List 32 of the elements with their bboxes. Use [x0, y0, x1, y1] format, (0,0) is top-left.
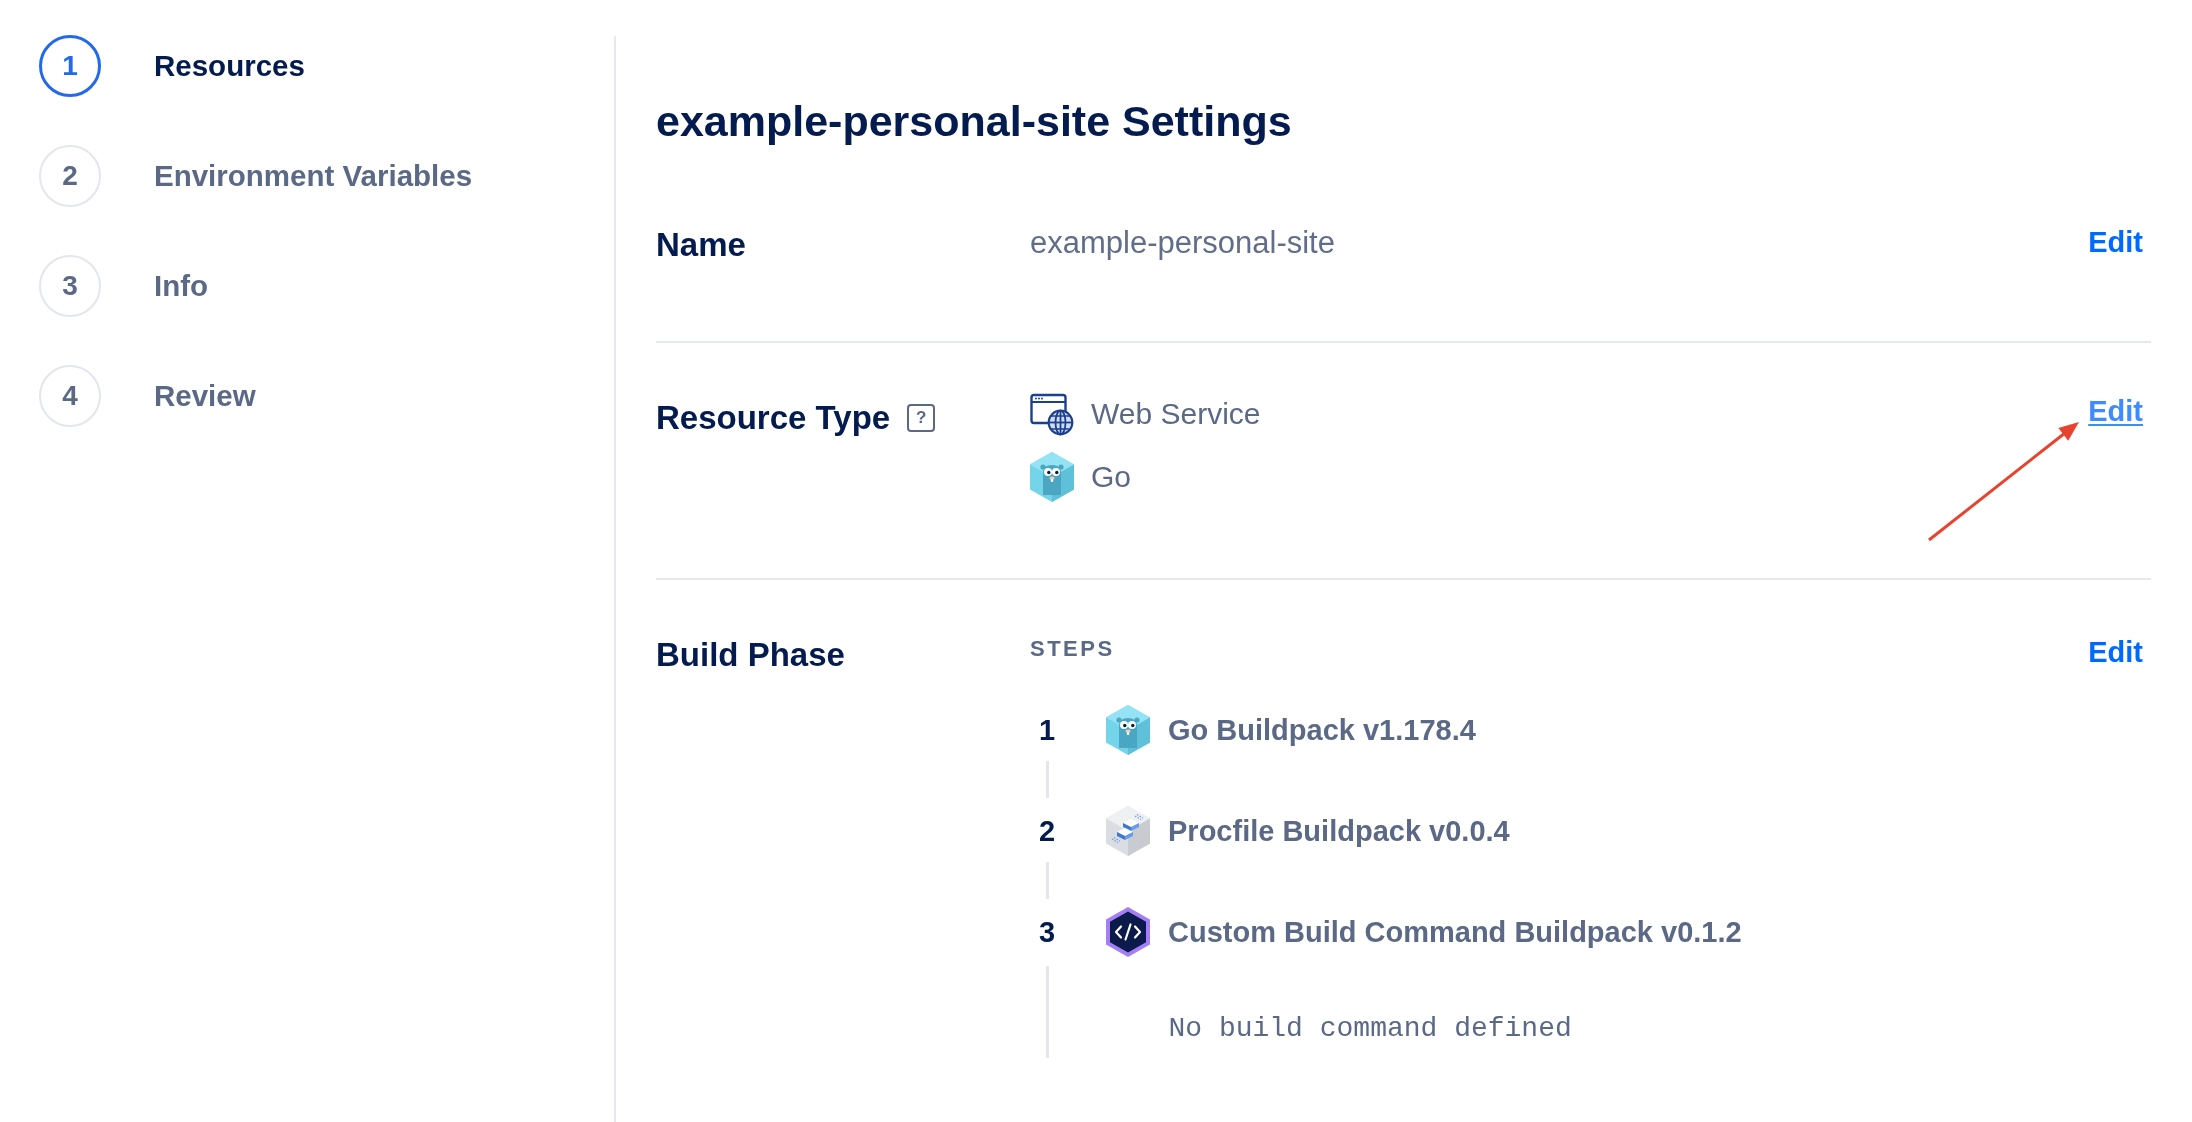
step-label[interactable]: Environment Variables — [154, 158, 473, 194]
edit-link[interactable]: Edit — [2088, 225, 2143, 259]
step-label[interactable]: Resources — [154, 48, 305, 84]
build-command-text: No build command defined — [1168, 1012, 1572, 1046]
buildpack-name: Procfile Buildpack v0.0.4 — [1168, 814, 1510, 849]
steps-heading: STEPS — [1030, 635, 1116, 663]
step-label[interactable]: Review — [154, 378, 256, 414]
section-label: Build Phase — [656, 635, 845, 675]
edit-link[interactable]: Edit — [2088, 635, 2143, 669]
gopher-hexagon-icon — [1106, 705, 1150, 755]
section-label: Resource Type — [656, 398, 891, 438]
step-number-circle: 2 — [39, 145, 101, 207]
code-hexagon-icon — [1106, 907, 1150, 957]
step-number-circle: 4 — [39, 365, 101, 427]
resource-type-value: Go — [1091, 459, 1132, 495]
page-title: example-personal-site Settings — [656, 96, 1293, 146]
gopher-hexagon-icon — [1030, 452, 1074, 502]
step-number: 3 — [1037, 915, 1057, 950]
buildpack-name: Custom Build Command Buildpack v0.1.2 — [1168, 915, 1742, 950]
resource-type-value: Web Service — [1091, 396, 1261, 432]
step-number-circle: 3 — [39, 255, 101, 317]
name-value: example-personal-site — [1030, 225, 1336, 260]
step-number: 2 — [1037, 814, 1057, 849]
step-number: 1 — [1037, 713, 1057, 748]
stacked-layers-cube-icon — [1106, 806, 1150, 856]
section-label: Name — [656, 225, 746, 265]
edit-link[interactable]: Edit — [2088, 394, 2143, 428]
browser-globe-icon — [1030, 392, 1074, 436]
step-number-circle: 1 — [39, 35, 101, 97]
buildpack-name: Go Buildpack v1.178.4 — [1168, 713, 1476, 748]
step-label[interactable]: Info — [154, 268, 209, 304]
help-button[interactable]: ? — [907, 404, 936, 432]
